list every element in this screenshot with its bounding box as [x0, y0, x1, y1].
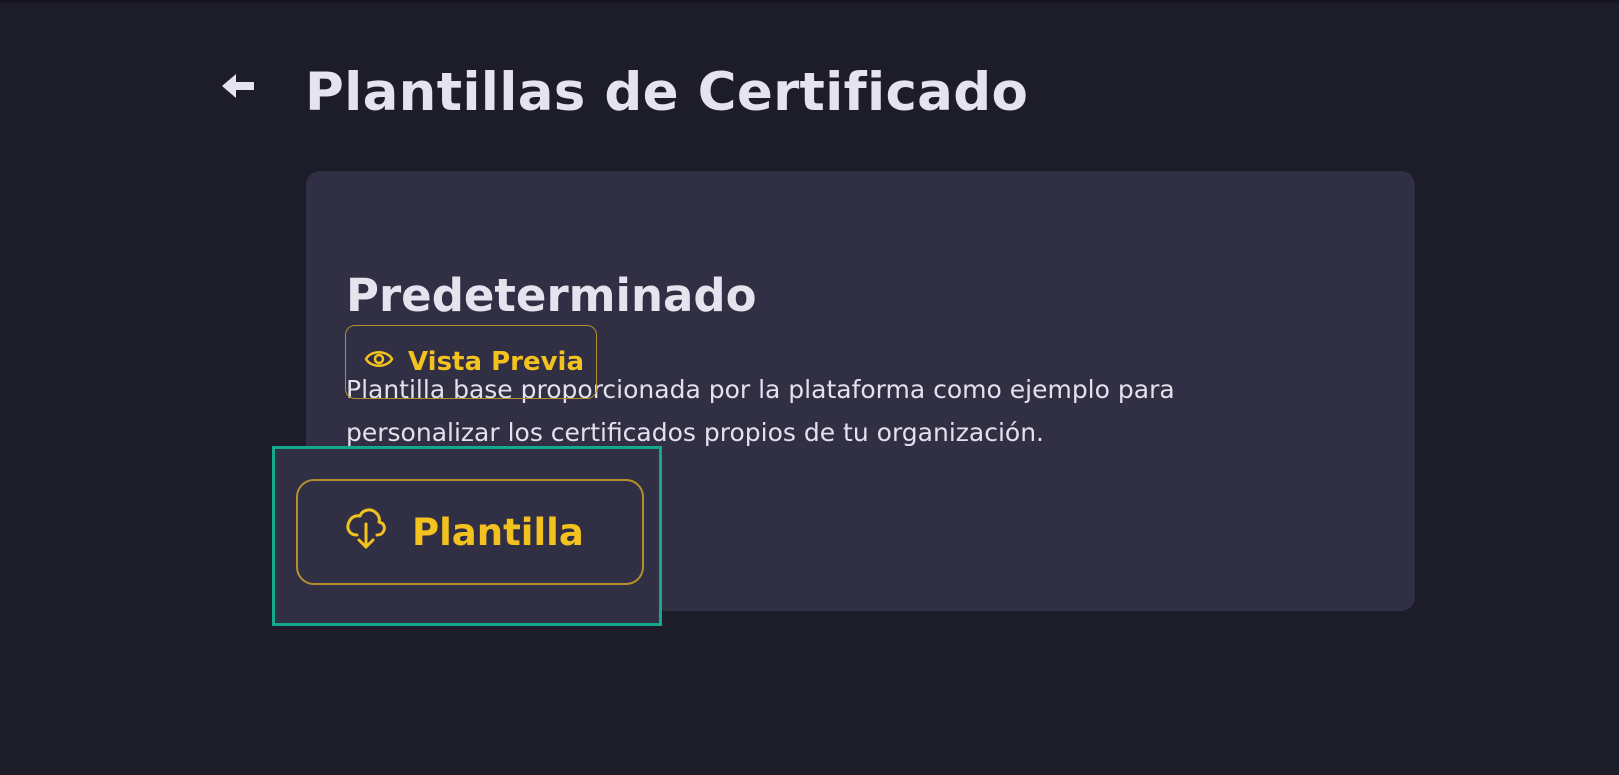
preview-button-label: Vista Previa: [408, 347, 584, 377]
preview-button[interactable]: Vista Previa: [345, 325, 597, 399]
template-card-title: Predeterminado: [346, 269, 757, 322]
top-divider: [0, 0, 1619, 3]
cloud-download-icon: [344, 505, 388, 560]
back-button[interactable]: [218, 70, 258, 106]
page-title: Plantillas de Certificado: [305, 62, 1029, 123]
download-template-button-label: Plantilla: [412, 510, 584, 554]
download-template-button[interactable]: Plantilla: [296, 479, 644, 585]
arrow-left-icon: [220, 71, 256, 105]
eye-icon: [364, 347, 394, 378]
